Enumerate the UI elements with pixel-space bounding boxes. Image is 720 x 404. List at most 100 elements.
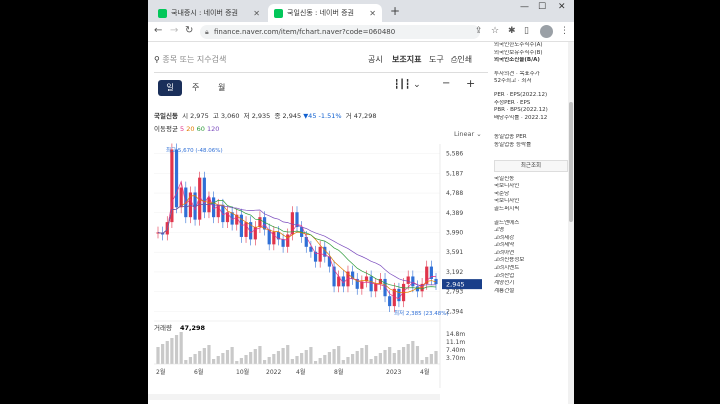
menu-print[interactable]: ⎙인쇄 — [451, 54, 472, 65]
volume-bar — [369, 359, 373, 364]
address-bar[interactable]: 🔒︎ finance.naver.com/item/fchart.naver?co… — [200, 25, 480, 39]
recent-item[interactable]: 골드앤에스 — [494, 220, 568, 228]
extensions-icon[interactable]: ✱ — [508, 26, 516, 36]
period-day-button[interactable]: 일 — [158, 80, 182, 96]
volume-bar — [406, 344, 410, 364]
volume-bar — [258, 346, 262, 364]
recent-item[interactable]: 고려신용정보 — [494, 257, 568, 265]
price-tick-label: 4,389 — [446, 210, 463, 217]
volume-bar — [401, 347, 406, 364]
scale-select[interactable]: Linear ⌄ — [454, 130, 482, 138]
stock-search[interactable]: ⚲ 종목 또는 지수검색 — [154, 54, 226, 65]
info-label: 추정PER · EPS — [494, 99, 531, 106]
candle-body — [406, 276, 410, 284]
candle-body — [286, 234, 290, 247]
volume-bar — [262, 360, 267, 364]
candle-body — [202, 177, 206, 213]
ma-5: 5 — [180, 125, 185, 133]
minimize-icon[interactable]: — — [520, 2, 529, 12]
volume-bar — [290, 359, 294, 364]
recent-item[interactable]: 고려시멘트 — [494, 265, 568, 273]
moving-average-legend: 이동평균 5 20 60 120 — [154, 123, 219, 133]
volume-bar — [327, 352, 332, 364]
price-summary: 국일신동 시 2,975 고 3,060 저 2,935 종 2,945 ▼45… — [154, 110, 376, 120]
volume-bar — [281, 348, 285, 364]
volume-bar — [434, 351, 438, 364]
volume-bar — [355, 351, 359, 364]
zoom-out-icon[interactable]: − — [442, 78, 450, 89]
recent-item[interactable]: 고영 — [494, 227, 568, 235]
price-tick-label: 3,990 — [446, 229, 463, 236]
volume-bar — [170, 338, 174, 364]
volume-bar — [295, 356, 299, 364]
chart-scrollbar — [148, 394, 440, 400]
recent-item[interactable]: 계양전기 — [494, 280, 568, 288]
chart-type-candle-icon[interactable]: ┇┃┇ ⌄ — [394, 80, 421, 90]
stock-name: 국일신동 — [154, 112, 178, 120]
menu-tools[interactable]: 도구 — [429, 54, 444, 65]
naver-favicon-icon — [158, 8, 167, 18]
tab-bar: 국내증시 : 네이버 증권 ✕ 국일신동 : 네이버 증권 ✕ + — ☐ ✕ — [148, 0, 574, 22]
candle-body — [174, 149, 179, 208]
window-close-icon[interactable]: ✕ — [558, 2, 566, 12]
period-week-button[interactable]: 주 — [192, 82, 199, 93]
recent-item[interactable]: 고려제강 — [494, 235, 568, 243]
stock-chart[interactable]: 5,586 5,187 4,788 4,389 3,990 3,591 3,192 2,793… — [148, 138, 488, 404]
candle-body — [170, 149, 174, 223]
zoom-in-icon[interactable]: + — [466, 77, 475, 90]
back-icon[interactable]: ← — [154, 25, 162, 36]
volume-bar — [165, 341, 169, 364]
recent-item[interactable]: 국보디자인 — [494, 198, 568, 206]
new-tab-button[interactable]: + — [390, 4, 400, 18]
tab-domestic-market[interactable]: 국내증시 : 네이버 증권 ✕ — [152, 4, 266, 22]
period-month-button[interactable]: 월 — [218, 82, 225, 93]
tab-stock-active[interactable]: 국일신동 : 네이버 증권 ✕ — [268, 4, 382, 22]
volume-bar — [202, 348, 206, 364]
recent-item[interactable]: 고려산업 — [494, 273, 568, 281]
volume-label: 거래량 — [154, 323, 172, 332]
price-tick-label: 3,591 — [446, 249, 463, 256]
scrollbar-thumb[interactable] — [569, 102, 573, 222]
close-icon[interactable]: ✕ — [369, 9, 376, 18]
profile-avatar[interactable] — [540, 25, 553, 38]
more-menu-icon[interactable]: ⋮ — [560, 26, 569, 36]
price-tick-label: 5,586 — [446, 151, 463, 158]
maximize-icon[interactable]: ☐ — [538, 2, 546, 12]
volume-bar — [212, 359, 216, 364]
sidebar-icon[interactable]: ▯ — [524, 26, 529, 36]
bookmark-star-icon[interactable]: ☆ — [491, 26, 499, 36]
candle-body — [374, 283, 378, 292]
recent-item[interactable]: 국보디자인 — [494, 183, 568, 191]
recent-item[interactable]: 계룡건설 — [494, 288, 568, 296]
recent-item[interactable]: 고려아연 — [494, 250, 568, 258]
volume-bar — [304, 350, 308, 364]
ma-60: 60 — [196, 125, 205, 133]
info-label: 52주최고 · 최저 — [494, 78, 532, 85]
info-label: PBR · BPS(2022.12) — [494, 107, 548, 114]
recent-item[interactable]: 고려제약 — [494, 242, 568, 250]
recent-item[interactable]: 국순당 — [494, 191, 568, 199]
divider — [154, 72, 488, 73]
share-icon[interactable]: ⇪ — [475, 26, 483, 36]
volume-bar — [337, 346, 341, 364]
close-icon[interactable]: ✕ — [253, 9, 260, 18]
volume-bar — [420, 360, 424, 364]
reload-icon[interactable]: ↻ — [185, 25, 193, 36]
forward-icon[interactable]: → — [170, 25, 178, 36]
volume-tick-label: 11.1m — [446, 339, 465, 346]
ma-label: 이동평균 — [154, 125, 178, 133]
ma-20: 20 — [186, 125, 195, 133]
volume-bar — [198, 351, 202, 364]
industry-label: 동일업종 PER — [494, 134, 527, 141]
menu-disclosure[interactable]: 공시 — [368, 54, 383, 65]
scrollbar[interactable] — [568, 42, 574, 404]
volume-bar — [309, 347, 313, 364]
candle-body — [388, 296, 392, 307]
recent-item[interactable]: 국일신동 — [494, 176, 568, 184]
volume-bar — [179, 332, 183, 364]
x-tick-label: 4월 — [296, 368, 305, 376]
recent-item[interactable]: 골드퍼시픽 — [494, 206, 568, 214]
volume-bar — [244, 355, 248, 364]
menu-indicator[interactable]: 보조지표 — [392, 54, 421, 65]
volume-bar — [429, 354, 433, 364]
